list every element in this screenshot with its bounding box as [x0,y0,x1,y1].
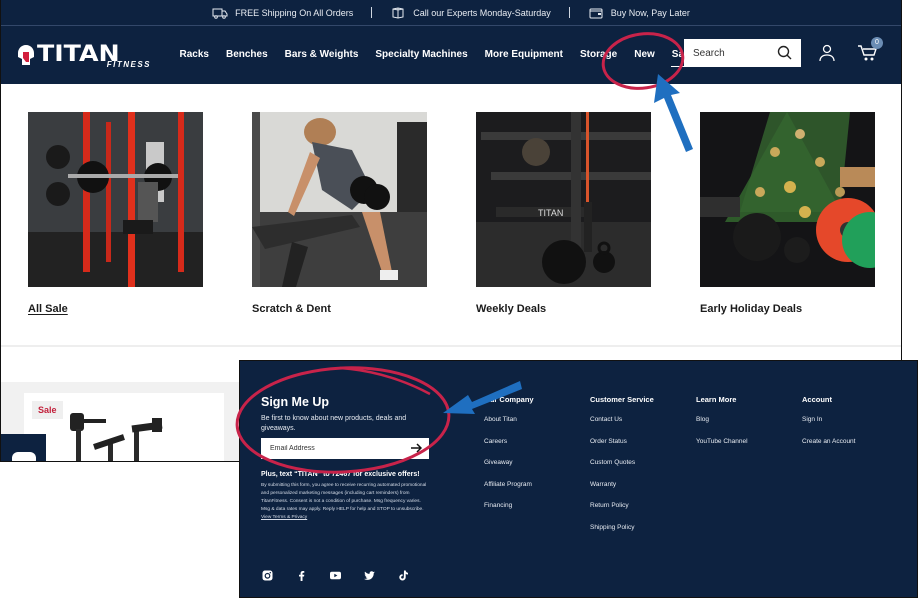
category-weekly-deals[interactable]: TITAN Weekly Deals [476,112,651,315]
promo-divider [371,7,373,18]
sale-badge: Sale [32,401,63,419]
promo-shipping-label: FREE Shipping On All Orders [235,7,354,18]
footer-link-return-policy[interactable]: Return Policy [590,502,654,509]
footer-link-affiliate-program[interactable]: Affiliate Program [484,481,534,488]
arrow-right-icon[interactable] [411,443,422,453]
sms-legal-text: By submitting this form, you agree to re… [261,482,429,522]
category-image-gym-rack[interactable] [28,112,203,287]
category-image-holiday-gear[interactable] [700,112,875,287]
promo-experts-label: Call our Experts Monday-Saturday [413,7,551,18]
tiktok-icon[interactable] [398,568,409,581]
footer-link-sign-in[interactable]: Sign In [802,416,855,423]
promo-bar: FREE Shipping On All Orders Call our Exp… [1,0,901,26]
nav-bars-weights[interactable]: Bars & Weights [276,26,367,84]
promo-experts[interactable]: Call our Experts Monday-Saturday [390,6,551,19]
category-scratch-dent[interactable]: Scratch & Dent [252,112,427,315]
category-image-rack-equipment[interactable]: TITAN [476,112,651,287]
promo-financing-label: Buy Now, Pay Later [610,7,690,18]
category-early-holiday-deals[interactable]: Early Holiday Deals [700,112,875,315]
footer-link-contact-us[interactable]: Contact Us [590,416,654,423]
nav-more-equipment[interactable]: More Equipment [476,26,571,84]
signup-description: Be first to know about new products, dea… [261,415,407,432]
footer-link-custom-quotes[interactable]: Custom Quotes [590,459,654,466]
nav-benches[interactable]: Benches [217,26,276,84]
twitter-icon[interactable] [364,568,375,580]
footer-link-youtube-channel[interactable]: YouTube Channel [696,438,748,445]
promo-financing[interactable]: Buy Now, Pay Later [588,7,690,19]
footer-column-learn-more: Learn More Blog YouTube Channel [696,395,748,459]
promo-shipping[interactable]: FREE Shipping On All Orders [212,7,353,19]
newsletter-footer: Sign Me Up Be first to know about new pr… [239,360,918,598]
footer-link-giveaway[interactable]: Giveaway [484,459,534,466]
logo-subtext: FITNESS [106,60,151,69]
truck-icon [212,8,228,19]
category-label[interactable]: All Sale [28,303,203,315]
email-field-wrapper [261,438,429,459]
main-navigation: TITAN FITNESS Racks Benches Bars & Weigh… [1,26,901,84]
facebook-icon[interactable] [296,568,307,581]
footer-link-about-titan[interactable]: About Titan [484,416,534,423]
sms-offer-text: Plus, text “TITAN” to 72467 for exclusiv… [261,471,420,478]
section-divider [1,345,901,347]
cart-button[interactable]: 0 [857,37,883,63]
category-label[interactable]: Early Holiday Deals [700,303,875,315]
titan-fitness-logo[interactable]: TITAN FITNESS [17,38,157,72]
terms-privacy-link[interactable]: View Terms & Privacy [261,515,307,520]
footer-link-shipping-policy[interactable]: Shipping Policy [590,524,654,531]
search-box [684,39,801,67]
nav-specialty-machines[interactable]: Specialty Machines [367,26,476,84]
category-label[interactable]: Scratch & Dent [252,303,427,315]
social-links [262,568,409,581]
footer-column-title: Account [802,395,832,404]
chat-widget-button[interactable] [1,434,46,461]
signup-section: Sign Me Up Be first to know about new pr… [261,395,436,522]
product-image-attachments[interactable] [64,413,174,462]
package-icon [392,6,404,19]
account-icon[interactable] [818,44,836,62]
footer-link-order-status[interactable]: Order Status [590,438,654,445]
instagram-icon[interactable] [262,568,273,581]
youtube-icon[interactable] [330,568,341,580]
titan-helmet-icon [18,45,34,65]
footer-column-title: Customer Service [590,395,654,404]
product-card[interactable]: Sale [24,393,224,462]
category-all-sale[interactable]: All Sale [28,112,203,315]
footer-link-careers[interactable]: Careers [484,438,534,445]
page: FREE Shipping On All Orders Call our Exp… [0,0,920,600]
footer-column-title: Learn More [696,395,737,404]
footer-link-create-account[interactable]: Create an Account [802,438,855,445]
nav-storage[interactable]: Storage [572,26,626,84]
svg-text:TITAN: TITAN [538,208,563,218]
category-menu: Racks Benches Bars & Weights Specialty M… [171,26,701,84]
promo-divider [568,7,570,18]
search-icon[interactable] [777,45,792,60]
legal-body: By submitting this form, you agree to re… [261,483,427,512]
search-input[interactable] [693,47,773,59]
chat-bubble-icon [12,452,36,461]
footer-column-account: Account Sign In Create an Account [802,395,855,459]
nav-racks[interactable]: Racks [171,26,217,84]
nav-new[interactable]: New [626,26,664,84]
footer-link-financing[interactable]: Financing [484,502,534,509]
footer-link-warranty[interactable]: Warranty [590,481,654,488]
footer-link-blog[interactable]: Blog [696,416,748,423]
footer-column-our-company: Our Company About Titan Careers Giveaway… [484,395,534,524]
category-image-dumbbell-row[interactable] [252,112,427,287]
cart-count-badge: 0 [871,37,883,49]
footer-column-customer-service: Customer Service Contact Us Order Status… [590,395,654,545]
signup-title: Sign Me Up [261,395,330,409]
category-label[interactable]: Weekly Deals [476,303,651,315]
email-field[interactable] [270,445,400,452]
wallet-icon [589,8,603,18]
footer-column-title: Our Company [484,395,534,404]
